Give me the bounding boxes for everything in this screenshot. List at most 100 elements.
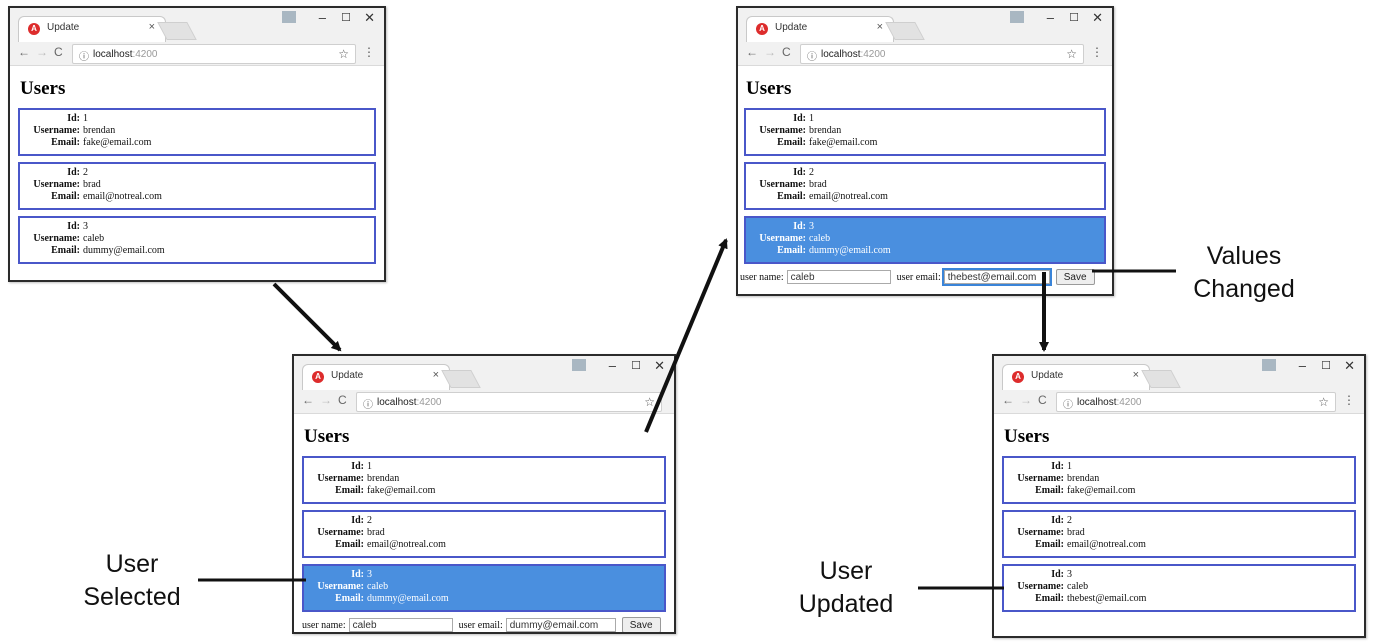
bookmark-star-icon[interactable]: ☆ [644,395,655,409]
user-email-label: user email: [458,619,503,631]
back-arrow-icon[interactable]: ← [302,393,314,407]
email-label: Email: [335,593,364,604]
id-label: Id: [1051,461,1064,472]
user-card[interactable]: Id: 1 Username: brendan Email: fake@email.c… [744,108,1106,156]
user-name-input[interactable] [348,618,453,632]
user-id: 2 [1067,515,1072,526]
close-icon[interactable]: ✕ [1344,356,1355,376]
profile-icon[interactable] [572,359,586,371]
reload-icon[interactable]: C [338,393,347,407]
callout-line: Values [1206,242,1282,270]
browser-tab[interactable]: A Update × [746,16,894,42]
minimize-icon[interactable]: – [1299,356,1306,376]
address-bar[interactable]: ⓘ localhost:4200 ☆ [72,44,356,64]
save-button[interactable]: Save [1055,269,1095,285]
user-card[interactable]: Id: 1 Username: brendan Email: fake@email.c… [18,108,376,156]
minimize-icon[interactable]: – [319,8,326,28]
browser-tab[interactable]: A Update × [1002,364,1150,390]
user-card-selected[interactable]: Id: 3 Username: caleb Email: dummy@email.co… [302,564,666,612]
address-bar[interactable]: ⓘ localhost:4200 ☆ [800,44,1084,64]
user-name-input[interactable] [786,270,891,284]
url-text: localhost:4200 [821,49,886,60]
info-icon[interactable]: ⓘ [79,48,89,63]
user-card[interactable]: Id: 2 Username: brad Email: email@notreal.c… [18,162,376,210]
tab-close-icon[interactable]: × [877,21,883,33]
info-icon[interactable]: ⓘ [1063,396,1073,411]
user-username: brad [809,179,827,190]
back-arrow-icon[interactable]: ← [746,45,758,59]
angular-favicon-icon: A [28,23,40,35]
user-card[interactable]: Id: 3 Username: caleb Email: dummy@email.co… [18,216,376,264]
minimize-icon[interactable]: – [609,356,616,376]
title-bar: A Update × – ☐ ✕ [294,356,674,390]
tab-close-icon[interactable]: × [433,369,439,381]
maximize-icon[interactable]: ☐ [1321,356,1331,376]
user-email: fake@email.com [1067,485,1136,496]
user-username: brad [367,527,385,538]
tab-close-icon[interactable]: × [1133,369,1139,381]
profile-icon[interactable] [1262,359,1276,371]
page-content: Users Id: 1 Username: brendan Email: fake@e… [10,78,384,264]
kebab-menu-icon[interactable]: ⋮ [363,45,375,59]
close-icon[interactable]: ✕ [1092,8,1103,28]
user-card[interactable]: Id: 2 Username: brad Email: email@notreal.c… [1002,510,1356,558]
user-username: brendan [367,473,400,484]
forward-arrow-icon[interactable]: → [320,393,332,407]
tab-close-icon[interactable]: × [149,21,155,33]
reload-icon[interactable]: C [1038,393,1047,407]
forward-arrow-icon[interactable]: → [36,45,48,59]
address-bar[interactable]: ⓘ localhost:4200 ☆ [1056,392,1336,412]
arrow-step1-to-step2 [272,282,342,352]
back-arrow-icon[interactable]: ← [18,45,30,59]
reload-icon[interactable]: C [54,45,63,59]
forward-arrow-icon[interactable]: → [1020,393,1032,407]
username-label: Username: [33,125,80,136]
close-icon[interactable]: ✕ [654,356,665,376]
user-card[interactable]: Id: 1 Username: brendan Email: fake@email.c… [302,456,666,504]
id-label: Id: [67,113,80,124]
user-id: 2 [809,167,814,178]
id-label: Id: [351,515,364,526]
close-icon[interactable]: ✕ [364,8,375,28]
title-bar: A Update × – ☐ ✕ [738,8,1112,42]
user-card[interactable]: Id: 2 Username: brad Email: email@notreal.c… [744,162,1106,210]
back-arrow-icon[interactable]: ← [1002,393,1014,407]
user-username: brad [1067,527,1085,538]
bookmark-star-icon[interactable]: ☆ [1318,395,1329,409]
user-id: 1 [83,113,88,124]
browser-tab[interactable]: A Update × [18,16,166,42]
user-card[interactable]: Id: 2 Username: brad Email: email@notreal.c… [302,510,666,558]
info-icon[interactable]: ⓘ [363,396,373,411]
save-button[interactable]: Save [621,617,661,632]
user-email-input[interactable] [505,618,616,632]
profile-icon[interactable] [282,11,296,23]
maximize-icon[interactable]: ☐ [1069,8,1079,28]
page-title: Users [746,78,792,99]
reload-icon[interactable]: C [782,45,791,59]
page-title: Users [304,426,350,447]
user-card-selected[interactable]: Id: 3 Username: caleb Email: dummy@email.co… [744,216,1106,264]
username-label: Username: [33,179,80,190]
user-id: 3 [367,569,372,580]
user-id: 3 [83,221,88,232]
bookmark-star-icon[interactable]: ☆ [1066,47,1077,61]
minimize-icon[interactable]: – [1047,8,1054,28]
email-label: Email: [335,539,364,550]
info-icon[interactable]: ⓘ [807,48,817,63]
bookmark-star-icon[interactable]: ☆ [338,47,349,61]
forward-arrow-icon[interactable]: → [764,45,776,59]
kebab-menu-icon[interactable]: ⋮ [1343,393,1355,407]
address-bar[interactable]: ⓘ localhost:4200 ☆ [356,392,662,412]
maximize-icon[interactable]: ☐ [341,8,351,28]
maximize-icon[interactable]: ☐ [631,356,641,376]
kebab-menu-icon[interactable]: ⋮ [1091,45,1103,59]
user-email-input[interactable] [941,268,1052,286]
browser-tab[interactable]: A Update × [302,364,450,390]
profile-icon[interactable] [1010,11,1024,23]
user-card[interactable]: Id: 1 Username: brendan Email: fake@email.c… [1002,456,1356,504]
title-bar: A Update × – ☐ ✕ [994,356,1364,390]
username-label: Username: [759,125,806,136]
title-bar: A Update × – ☐ ✕ [10,8,384,42]
user-card[interactable]: Id: 3 Username: caleb Email: thebest@email.… [1002,564,1356,612]
angular-favicon-icon: A [756,23,768,35]
